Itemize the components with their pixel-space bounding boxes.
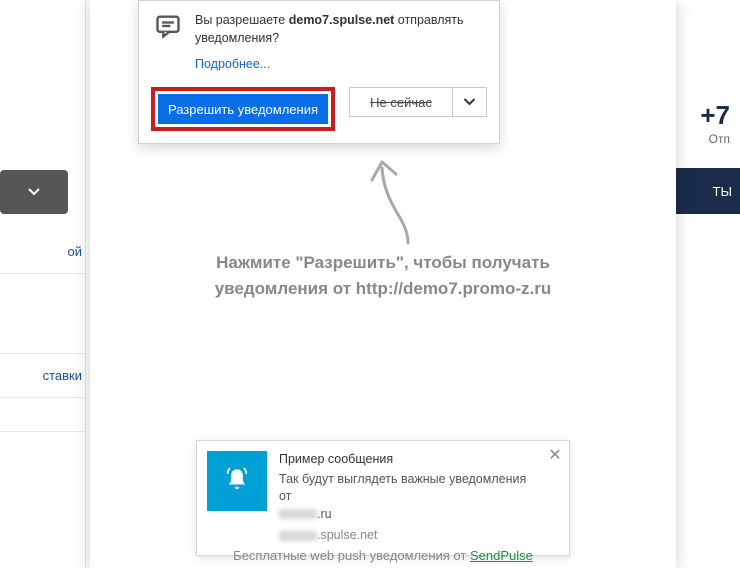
not-now-dropdown[interactable] [453,87,487,117]
sidebar-item[interactable]: ставки [0,354,86,398]
sidebar-item[interactable] [0,398,86,432]
bg-header-tab[interactable]: ТЫ [670,168,740,214]
bg-left-column: ой ставки [0,0,86,568]
blurred-text [279,531,317,541]
permission-icon-wrap [153,11,183,41]
bg-phone-number: +7 [700,100,730,131]
footer-credit: Бесплатные web push уведомления от SendP… [90,548,676,563]
permission-more-link[interactable]: Подробнее... [195,57,499,71]
sendpulse-link[interactable]: SendPulse [470,548,533,563]
notification-title: Пример сообщения [279,451,533,469]
sidebar-item[interactable]: ой [0,230,86,274]
permission-buttons: Разрешить уведомления Не сейчас [139,79,499,143]
not-now-button[interactable]: Не сейчас [349,87,453,117]
instruction-line-2: уведомления от http://demo7.promo-z.ru [90,276,676,302]
close-icon: ✕ [548,445,561,465]
permission-body: Вы разрешаете demo7.spulse.net отправлят… [139,1,499,51]
instruction-line-1: Нажмите "Разрешить", чтобы получать [90,250,676,276]
notification-body: Так будут выглядеть важные уведомления о… [279,471,533,506]
blurred-text [279,509,317,519]
permission-domain: demo7.spulse.net [289,13,395,27]
not-now-button-group: Не сейчас [349,87,487,131]
notification-sender: .spulse.net [279,527,533,545]
instruction-arrow [370,148,440,248]
notification-icon-box [207,451,267,511]
bg-sidebar: ой ставки [0,230,86,432]
highlight-box: Разрешить уведомления [151,87,335,131]
sample-notification: Пример сообщения Так будут выглядеть важ… [196,440,570,556]
instruction-text: Нажмите "Разрешить", чтобы получать увед… [90,250,676,301]
chevron-down-icon [463,98,476,106]
sidebar-item[interactable] [0,274,86,354]
bg-dropdown-button[interactable] [0,170,68,214]
notification-content: Пример сообщения Так будут выглядеть важ… [277,441,541,555]
bell-icon [223,467,251,495]
permission-prompt: Вы разрешаете demo7.spulse.net отправлят… [138,0,500,144]
bg-header-tab-label: ТЫ [713,184,732,199]
chat-bubble-icon [154,12,182,40]
bg-phone-sublabel: Отп [709,132,730,146]
notification-body-line2: .ru [279,506,533,524]
notification-close-button[interactable]: ✕ [541,441,569,469]
caret-down-icon [28,188,40,196]
permission-text: Вы разрешаете demo7.spulse.net отправлят… [195,11,485,47]
allow-notifications-button[interactable]: Разрешить уведомления [158,94,328,124]
